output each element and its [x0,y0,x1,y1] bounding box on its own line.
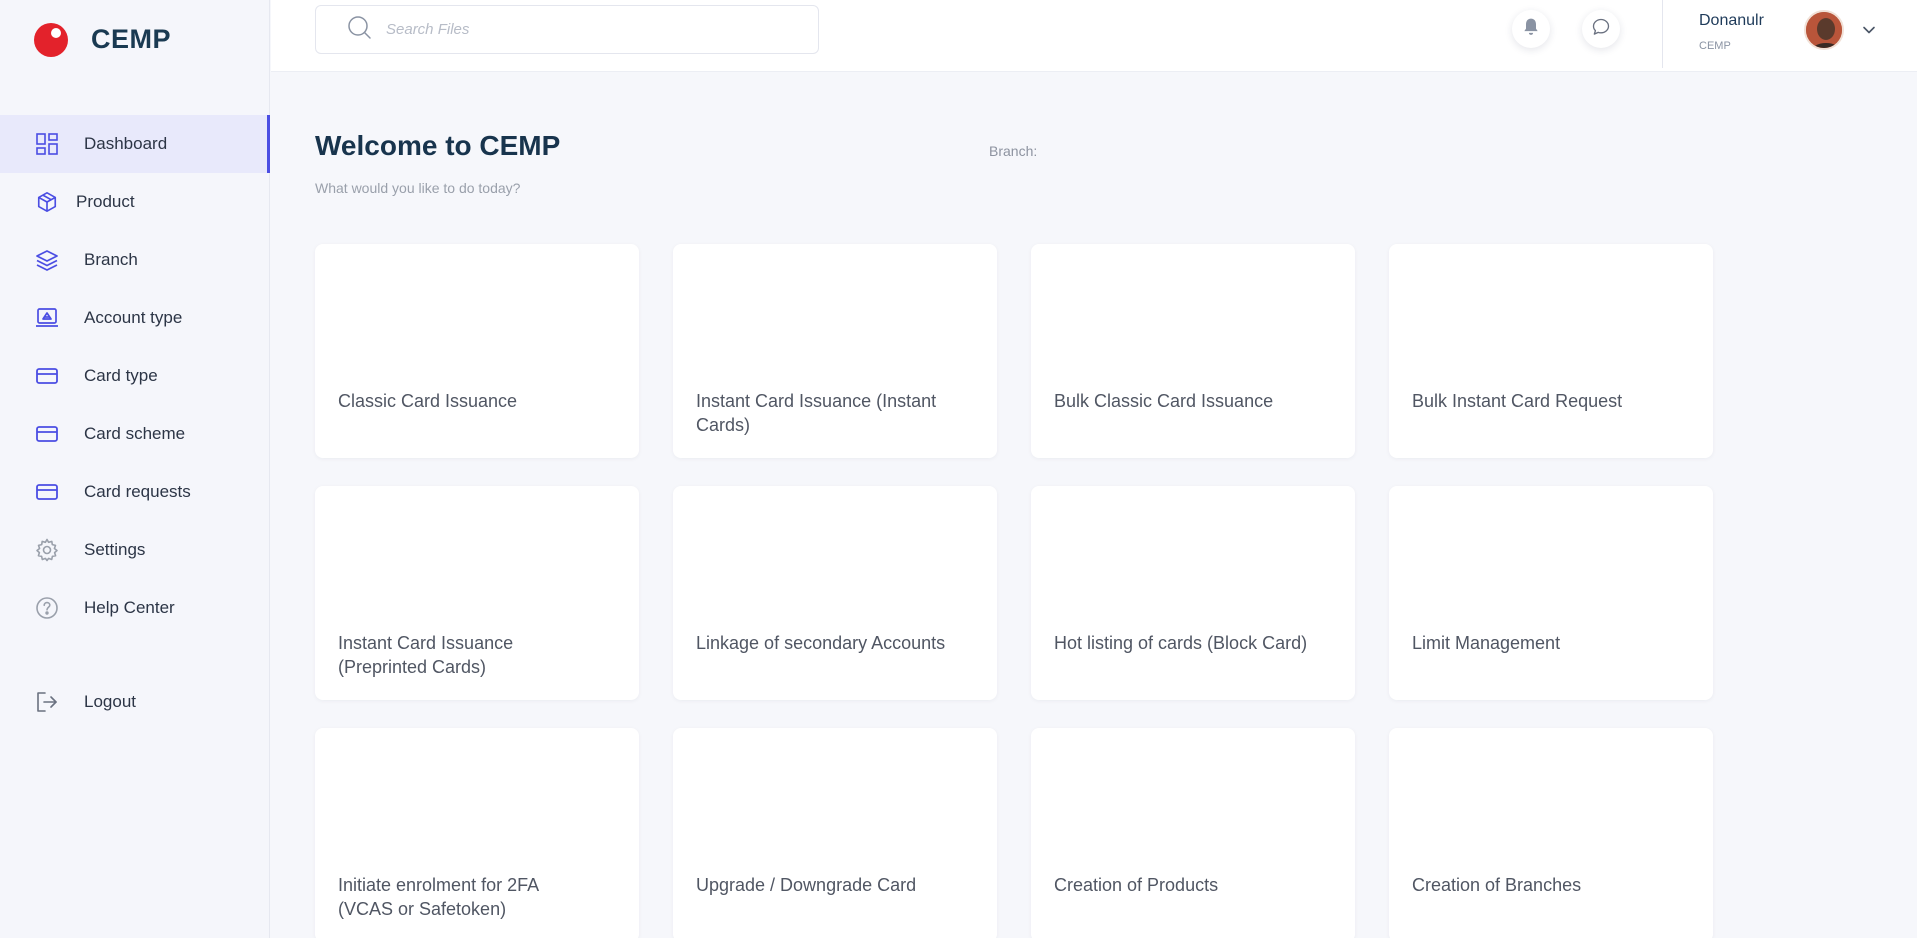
branch-label: Branch: [989,143,1038,159]
layers-icon [34,247,60,273]
cube-icon [34,189,60,215]
action-card-label: Linkage of secondary Accounts [696,633,946,653]
action-card-label: Hot listing of cards (Block Card) [1054,633,1308,653]
search-icon[interactable] [346,14,372,45]
action-card[interactable]: Limit Management [1389,486,1713,700]
sidebar-item-label: Help Center [84,598,175,617]
search-box [315,5,819,54]
avatar[interactable] [1804,10,1844,50]
card-icon [34,421,60,447]
messages-button[interactable] [1582,10,1620,48]
logout-button[interactable]: Logout [0,673,270,731]
action-card[interactable]: Initiate enrolment for 2FA (VCAS or Safe… [315,728,639,938]
notifications-button[interactable] [1512,10,1550,48]
brand-name: CEMP [91,23,172,54]
action-card[interactable]: Creation of Products [1031,728,1355,938]
bell-icon [1521,17,1541,42]
app-root: CEMP Dashboard Product Branch Account ty… [0,0,1917,938]
help-icon [34,595,60,621]
sidebar-item-product[interactable]: Product [0,173,270,231]
user-info[interactable]: Donanulr CEMP [1699,12,1764,52]
card-icon [34,363,60,389]
dashboard-icon [34,131,60,157]
sidebar-item-branch[interactable]: Branch [0,231,270,289]
topbar: Donanulr CEMP [271,0,1917,72]
sidebar-item-card-scheme[interactable]: Card scheme [0,405,270,463]
sidebar-item-label: Settings [84,540,146,559]
action-card-label: Instant Card Issuance (Preprinted Cards) [338,633,514,677]
brand[interactable]: CEMP [33,20,171,58]
sidebar-item-dashboard[interactable]: Dashboard [0,115,270,173]
page-subtitle: What would you like to do today? [315,180,521,196]
sidebar-item-card-type[interactable]: Card type [0,347,270,405]
sidebar-item-label: Branch [84,250,138,269]
search-input[interactable] [386,21,806,38]
action-card-label: Bulk Classic Card Issuance [1054,391,1274,411]
gear-icon [34,537,60,563]
action-card[interactable]: Upgrade / Downgrade Card [673,728,997,938]
action-card[interactable]: Instant Card Issuance (Instant Cards) [673,244,997,458]
sidebar-item-account-type[interactable]: Account type [0,289,270,347]
laptop-icon [34,305,60,331]
action-card-label: Upgrade / Downgrade Card [696,875,917,895]
sidebar-item-label: Product [76,192,135,211]
sidebar-item-label: Card type [84,366,158,385]
action-card-label: Initiate enrolment for 2FA (VCAS or Safe… [338,875,539,919]
sidebar: CEMP Dashboard Product Branch Account ty… [0,0,270,938]
sidebar-item-settings[interactable]: Settings [0,521,270,579]
sidebar-item-label: Card scheme [84,424,186,443]
action-card-label: Creation of Branches [1412,875,1582,895]
action-card[interactable]: Instant Card Issuance (Preprinted Cards) [315,486,639,700]
chat-bubble-icon [1591,17,1611,42]
sidebar-item-card-requests[interactable]: Card requests [0,463,270,521]
sidebar-nav: Dashboard Product Branch Account type Ca… [0,115,270,731]
action-card-label: Instant Card Issuance (Instant Cards) [696,391,937,435]
user-name: Donanulr [1699,12,1764,29]
action-card[interactable]: Bulk Classic Card Issuance [1031,244,1355,458]
action-card[interactable]: Bulk Instant Card Request [1389,244,1713,458]
action-card-label: Creation of Products [1054,875,1219,895]
chevron-down-icon[interactable] [1861,22,1877,43]
user-org: CEMP [1699,40,1731,52]
sidebar-item-label: Card requests [84,482,191,501]
page-title: Welcome to CEMP [315,130,561,161]
action-card[interactable]: Linkage of secondary Accounts [673,486,997,700]
action-card[interactable]: Creation of Branches [1389,728,1713,938]
topbar-divider [1662,0,1663,68]
logout-label: Logout [84,692,136,711]
brand-logo-icon [33,20,71,58]
action-card-label: Limit Management [1412,633,1561,653]
sidebar-item-help-center[interactable]: Help Center [0,579,270,637]
action-cards-grid: Classic Card Issuance Instant Card Issua… [315,244,1715,938]
action-card-label: Bulk Instant Card Request [1412,391,1623,411]
logout-icon [34,689,60,715]
sidebar-item-label: Dashboard [84,134,168,153]
sidebar-item-label: Account type [84,308,183,327]
action-card-label: Classic Card Issuance [338,391,518,411]
action-card[interactable]: Hot listing of cards (Block Card) [1031,486,1355,700]
card-icon [34,479,60,505]
action-card[interactable]: Classic Card Issuance [315,244,639,458]
